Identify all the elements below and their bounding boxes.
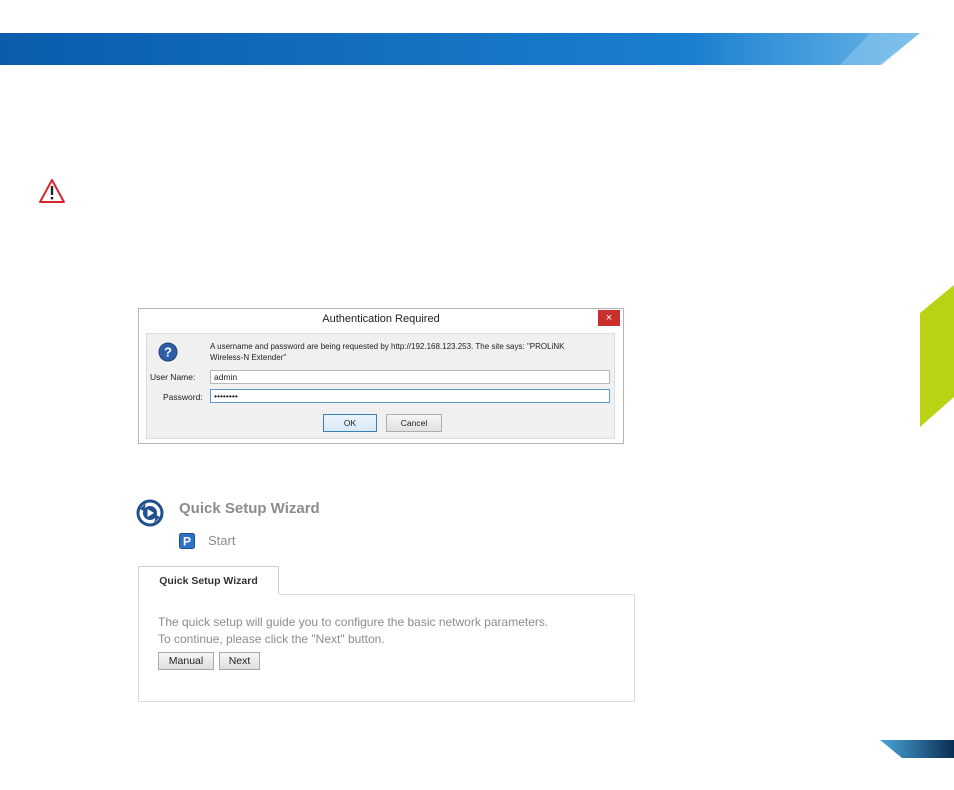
password-label: Password: xyxy=(163,392,203,402)
dialog-body: ? A username and password are being requ… xyxy=(146,333,615,439)
side-tab-decoration xyxy=(920,285,954,427)
wizard-description-line1: The quick setup will guide you to config… xyxy=(158,615,549,629)
svg-text:?: ? xyxy=(164,345,172,360)
username-label: User Name: xyxy=(150,372,196,382)
p-square-icon[interactable]: P xyxy=(179,533,195,549)
auth-message: A username and password are being reques… xyxy=(210,341,610,363)
top-banner xyxy=(0,33,920,65)
wizard-panel xyxy=(138,594,635,702)
manual-button[interactable]: Manual xyxy=(158,652,214,670)
wizard-title: Quick Setup Wizard xyxy=(179,500,320,517)
wizard-description-line2: To continue, please click the "Next" but… xyxy=(158,632,385,646)
warning-triangle-icon xyxy=(39,179,65,203)
play-refresh-icon xyxy=(136,499,164,527)
authentication-dialog: Authentication Required × ? A username a… xyxy=(138,308,624,444)
dialog-title: Authentication Required xyxy=(322,313,440,325)
question-mark-icon: ? xyxy=(158,342,178,362)
dialog-titlebar: Authentication Required × xyxy=(139,309,623,331)
cancel-button[interactable]: Cancel xyxy=(386,414,442,432)
next-button[interactable]: Next xyxy=(219,652,260,670)
close-icon[interactable]: × xyxy=(598,310,620,326)
svg-text:P: P xyxy=(183,535,191,549)
footer-bar-decoration xyxy=(880,740,954,758)
auth-message-line1: A username and password are being reques… xyxy=(210,342,565,351)
ok-button[interactable]: OK xyxy=(323,414,377,432)
username-field[interactable]: admin xyxy=(210,370,610,384)
auth-message-line2: Wireless-N Extender" xyxy=(210,353,287,362)
start-link[interactable]: Start xyxy=(208,533,235,548)
tab-quick-setup-wizard[interactable]: Quick Setup Wizard xyxy=(138,566,279,595)
password-field[interactable]: •••••••• xyxy=(210,389,610,403)
